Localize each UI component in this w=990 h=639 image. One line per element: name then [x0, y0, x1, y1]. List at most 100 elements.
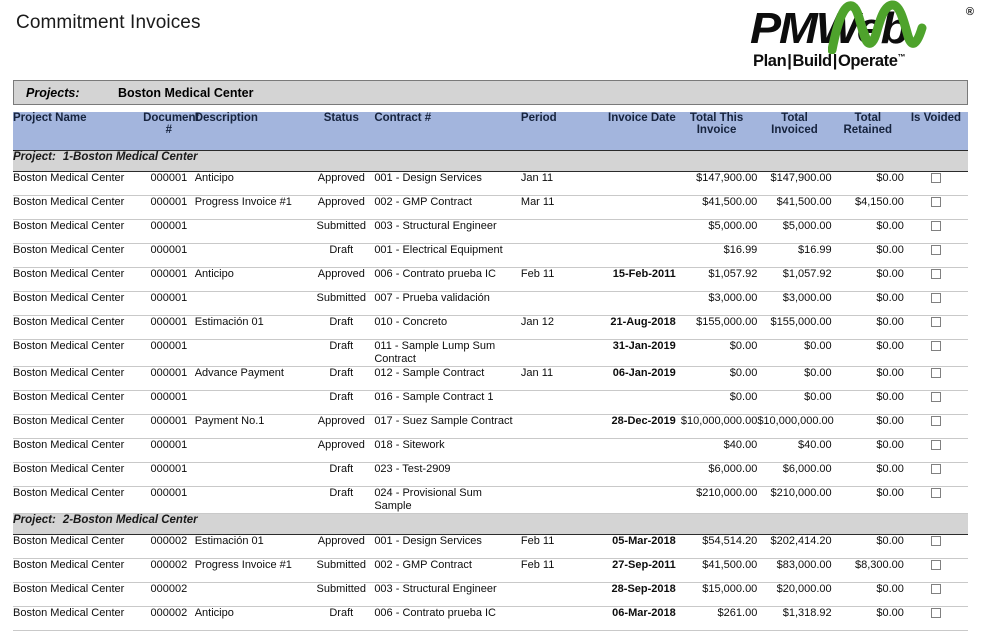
- cell-document-number: 000001: [143, 315, 195, 340]
- cell-document-number: 000001: [143, 414, 195, 439]
- is-voided-checkbox[interactable]: [930, 316, 941, 327]
- is-voided-checkbox[interactable]: [930, 244, 941, 255]
- is-voided-checkbox[interactable]: [930, 268, 941, 279]
- table-row[interactable]: Boston Medical Center 000002 Progress Invo…: [13, 558, 968, 583]
- cell-invoice-date: [591, 195, 676, 220]
- cell-status: Approved: [308, 267, 375, 292]
- cell-project-name: Boston Medical Center: [13, 390, 144, 415]
- cell-period: [520, 414, 592, 439]
- cell-total-invoiced: $0.00: [757, 390, 832, 415]
- cell-invoice-date: 06-Jan-2019: [591, 366, 676, 391]
- cell-total-invoiced: $41,500.00: [757, 195, 832, 220]
- group-name: 1-Boston Medical Center: [62, 150, 198, 163]
- cell-total-this-invoice: $1,057.92: [675, 267, 758, 292]
- cell-is-voided: [903, 243, 968, 268]
- table-row[interactable]: Boston Medical Center 000001 Advance Payme…: [13, 366, 968, 391]
- cell-contract-number: 003 - Structural Engineer: [374, 582, 521, 607]
- is-voided-checkbox[interactable]: [930, 463, 941, 474]
- cell-period: [520, 243, 592, 268]
- table-row[interactable]: Boston Medical Center 000001 Submitted 003 …: [13, 219, 968, 244]
- table-row[interactable]: Boston Medical Center 000001 Approved 018 -…: [13, 438, 968, 463]
- column-header-total-retained[interactable]: Total Retained: [831, 112, 904, 151]
- table-row[interactable]: Boston Medical Center 000001 Draft 001 - El…: [13, 243, 968, 268]
- cell-total-retained: $8,300.00: [831, 558, 904, 583]
- cell-project-name: Boston Medical Center: [13, 414, 144, 439]
- column-header-project-name[interactable]: Project Name: [13, 112, 144, 151]
- cell-invoice-date: [591, 291, 676, 316]
- cell-invoice-date: [591, 390, 676, 415]
- is-voided-checkbox[interactable]: [930, 292, 941, 303]
- is-voided-checkbox[interactable]: [930, 607, 941, 618]
- column-header-total-invoiced[interactable]: Total Invoiced: [757, 112, 832, 151]
- cell-period: [520, 582, 592, 607]
- cell-invoice-date: 21-Aug-2018: [591, 315, 676, 340]
- cell-period: [520, 339, 592, 367]
- column-header-document-number[interactable]: Document #: [143, 112, 199, 151]
- cell-invoice-date: [591, 438, 676, 463]
- table-row[interactable]: Boston Medical Center 000001 Submitted 007 …: [13, 291, 968, 316]
- table-row[interactable]: Boston Medical Center 000002 Estimación 01…: [13, 534, 968, 559]
- cell-total-retained: $0.00: [831, 390, 904, 415]
- is-voided-checkbox[interactable]: [930, 196, 941, 207]
- table-row[interactable]: Boston Medical Center 000001 Draft 011 - Sa…: [13, 339, 968, 367]
- column-header-description[interactable]: Description: [194, 112, 309, 151]
- cell-total-this-invoice: $10,000,000.00: [675, 414, 758, 439]
- table-row[interactable]: Boston Medical Center 000001 Anticipo Appro…: [13, 267, 968, 292]
- cell-total-invoiced: $210,000.00: [757, 486, 832, 514]
- cell-total-invoiced: $147,900.00: [757, 171, 832, 196]
- cell-description: [194, 291, 309, 316]
- cell-total-invoiced: $20,000.00: [757, 582, 832, 607]
- column-header-total-this-invoice[interactable]: Total This Invoice: [675, 112, 758, 151]
- cell-project-name: Boston Medical Center: [13, 582, 144, 607]
- is-voided-checkbox[interactable]: [930, 220, 941, 231]
- cell-period: [520, 462, 592, 487]
- table-row[interactable]: Boston Medical Center 000001 Estimación 01…: [13, 315, 968, 340]
- column-header-period[interactable]: Period: [520, 112, 592, 151]
- cell-status: Approved: [308, 171, 375, 196]
- cell-is-voided: [903, 534, 968, 559]
- table-row[interactable]: Boston Medical Center 000001 Draft 024 - Pr…: [13, 486, 968, 514]
- column-header-is-voided[interactable]: Is Voided: [903, 112, 968, 151]
- is-voided-checkbox[interactable]: [930, 391, 941, 402]
- cell-project-name: Boston Medical Center: [13, 315, 144, 340]
- cell-contract-number: 003 - Structural Engineer: [374, 219, 521, 244]
- cell-status: Approved: [308, 534, 375, 559]
- table-row[interactable]: Boston Medical Center 000001 Draft 016 - Sa…: [13, 390, 968, 415]
- cell-is-voided: [903, 195, 968, 220]
- table-row[interactable]: Boston Medical Center 000001 Anticipo Appro…: [13, 171, 968, 196]
- cell-total-this-invoice: $41,500.00: [675, 558, 758, 583]
- is-voided-checkbox[interactable]: [930, 559, 941, 570]
- cell-invoice-date: 27-Sep-2011: [591, 558, 676, 583]
- table-row[interactable]: Boston Medical Center 000002 Anticipo Draft…: [13, 606, 968, 631]
- is-voided-checkbox[interactable]: [930, 439, 941, 450]
- is-voided-checkbox[interactable]: [930, 583, 941, 594]
- cell-total-retained: $0.00: [831, 366, 904, 391]
- is-voided-checkbox[interactable]: [930, 340, 941, 351]
- cell-document-number: 000001: [143, 486, 195, 514]
- cell-description: [194, 219, 309, 244]
- table-row[interactable]: Boston Medical Center 000002 Submitted 003 …: [13, 582, 968, 607]
- cell-description: Estimación 01: [194, 315, 309, 340]
- table-row[interactable]: Boston Medical Center 000001 Payment No.1 A…: [13, 414, 968, 439]
- column-header-invoice-date[interactable]: Invoice Date: [591, 112, 676, 151]
- cell-contract-number: 006 - Contrato prueba IC: [374, 267, 521, 292]
- cell-total-retained: $0.00: [831, 438, 904, 463]
- is-voided-checkbox[interactable]: [930, 415, 941, 426]
- is-voided-checkbox[interactable]: [930, 487, 941, 498]
- column-header-status[interactable]: Status: [308, 112, 375, 151]
- cell-document-number: 000001: [143, 462, 195, 487]
- cell-project-name: Boston Medical Center: [13, 462, 144, 487]
- cell-contract-number: 011 - Sample Lump Sum Contract: [374, 339, 521, 367]
- column-header-contract-number[interactable]: Contract #: [374, 112, 521, 151]
- is-voided-checkbox[interactable]: [930, 367, 941, 378]
- is-voided-checkbox[interactable]: [930, 172, 941, 183]
- cell-total-this-invoice: $54,514.20: [675, 534, 758, 559]
- cell-total-this-invoice: $0.00: [675, 339, 758, 367]
- cell-status: Draft: [308, 339, 375, 367]
- table-row[interactable]: Boston Medical Center 000001 Progress Invo…: [13, 195, 968, 220]
- cell-total-this-invoice: $6,000.00: [675, 462, 758, 487]
- cell-total-this-invoice: $261.00: [675, 606, 758, 631]
- table-row[interactable]: Boston Medical Center 000001 Draft 023 - Te…: [13, 462, 968, 487]
- is-voided-checkbox[interactable]: [930, 535, 941, 546]
- cell-status: Draft: [308, 315, 375, 340]
